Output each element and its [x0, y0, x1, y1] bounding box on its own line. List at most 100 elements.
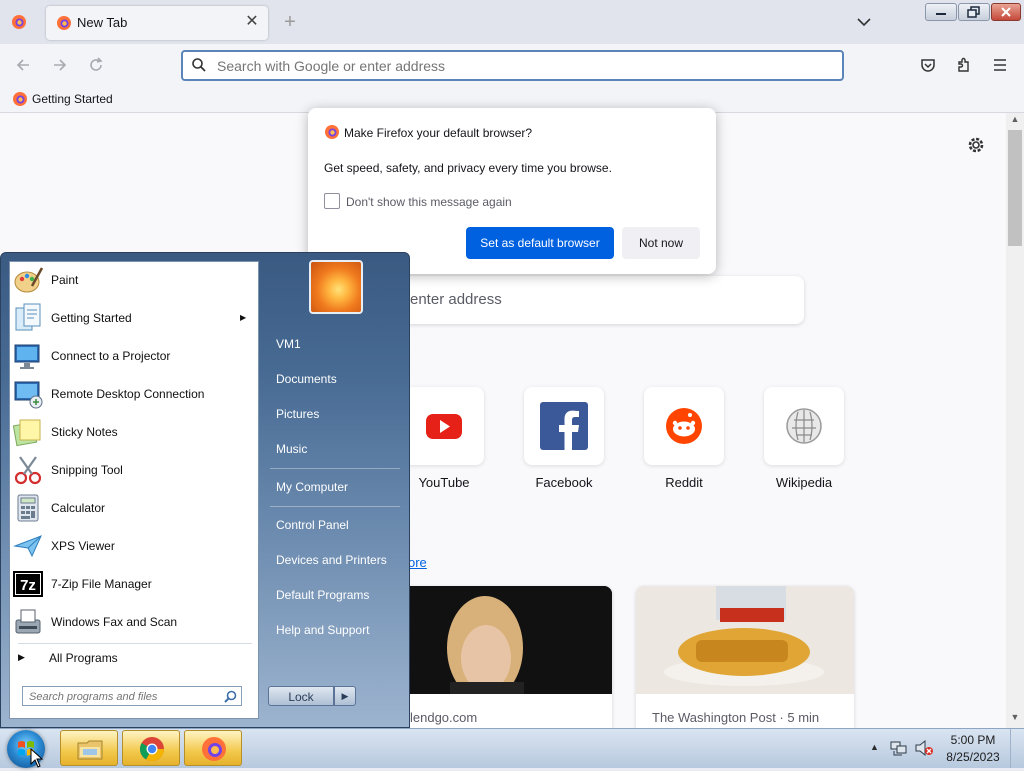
program-7zip[interactable]: 7z 7-Zip File Manager — [10, 566, 258, 602]
program-label: 7-Zip File Manager — [51, 577, 152, 591]
scroll-down-arrow-icon[interactable]: ▼ — [1008, 712, 1022, 726]
start-link-label: Help and Support — [276, 623, 370, 637]
story-card[interactable]: The Washington Post · 5 min — [636, 586, 854, 736]
firefox-icon — [325, 125, 339, 139]
taskbar-file-explorer[interactable] — [60, 730, 118, 766]
gear-icon[interactable] — [966, 135, 986, 155]
address-bar[interactable] — [181, 50, 844, 81]
projector-icon — [14, 344, 40, 369]
story-image — [636, 586, 854, 694]
reload-icon[interactable] — [87, 56, 105, 74]
scissors-icon — [14, 456, 42, 485]
search-icon — [192, 58, 206, 72]
start-link-label: Devices and Printers — [276, 553, 387, 567]
page-search-placeholder: enter address — [410, 291, 502, 308]
close-window-button[interactable] — [991, 3, 1021, 21]
top-site-label: Reddit — [665, 475, 703, 490]
dont-show-again-checkbox[interactable] — [324, 193, 340, 209]
program-sticky-notes[interactable]: Sticky Notes — [10, 414, 258, 450]
start-link-label: Documents — [276, 372, 337, 386]
pocket-icon[interactable] — [919, 56, 937, 74]
start-link-vm1[interactable]: VM1 — [268, 330, 402, 358]
volume-muted-icon[interactable] — [914, 739, 934, 757]
user-picture[interactable] — [309, 260, 363, 314]
start-link-devices-and-printers[interactable]: Devices and Printers — [268, 546, 402, 574]
close-icon — [1001, 7, 1011, 17]
forward-arrow-icon[interactable] — [51, 56, 69, 74]
set-default-browser-button[interactable]: Set as default browser — [466, 227, 614, 259]
getting-started-icon — [15, 303, 41, 331]
show-hidden-icons-arrow-icon[interactable]: ▲ — [870, 742, 879, 752]
restore-button[interactable] — [958, 3, 990, 21]
dialog-title: Make Firefox your default browser? — [344, 126, 533, 140]
not-now-button[interactable]: Not now — [622, 227, 700, 259]
top-site-reddit[interactable]: Reddit — [644, 387, 724, 497]
clock-time[interactable]: 5:00 PM — [940, 733, 1006, 747]
fax-icon — [15, 609, 41, 634]
close-tab-icon[interactable]: ✕ — [242, 12, 262, 32]
xps-viewer-icon — [13, 535, 42, 558]
dialog-message: Get speed, safety, and privacy every tim… — [324, 161, 612, 175]
start-link-help-and-support[interactable]: Help and Support — [268, 616, 402, 644]
submenu-arrow-icon[interactable]: ▶ — [240, 313, 246, 322]
start-search-box[interactable] — [22, 686, 242, 706]
minimize-button[interactable] — [925, 3, 957, 21]
program-snipping-tool[interactable]: Snipping Tool — [10, 452, 258, 488]
top-site-wikipedia[interactable]: Wikipedia — [764, 387, 844, 497]
program-getting-started[interactable]: Getting Started — [10, 300, 258, 336]
story-source: The Washington Post · 5 min — [652, 710, 820, 725]
taskbar-firefox[interactable] — [184, 730, 242, 766]
new-tab-button[interactable]: + — [280, 10, 300, 34]
network-icon[interactable] — [890, 739, 908, 757]
start-menu-divider — [18, 643, 252, 644]
start-right-divider — [270, 506, 400, 507]
program-remote-desktop[interactable]: Remote Desktop Connection — [10, 376, 258, 412]
firefox-icon[interactable] — [11, 14, 27, 30]
url-input[interactable] — [215, 55, 819, 77]
top-site-facebook[interactable]: Facebook — [524, 387, 604, 497]
start-link-pictures[interactable]: Pictures — [268, 400, 402, 428]
learn-more-link[interactable]: ore — [408, 555, 427, 570]
program-paint[interactable]: Paint — [10, 262, 258, 298]
program-label: XPS Viewer — [51, 539, 115, 553]
search-icon[interactable] — [224, 690, 237, 703]
7zip-icon: 7z — [13, 571, 43, 597]
start-link-label: Pictures — [276, 407, 320, 421]
all-programs-button[interactable]: ▶ All Programs — [10, 646, 258, 670]
start-link-control-panel[interactable]: Control Panel — [268, 511, 402, 539]
sticky-notes-icon — [12, 419, 41, 447]
scroll-up-arrow-icon[interactable]: ▲ — [1008, 114, 1022, 128]
firefox-icon — [13, 92, 27, 106]
hamburger-menu-icon[interactable] — [991, 56, 1009, 74]
program-label: Windows Fax and Scan — [51, 615, 178, 629]
bookmark-label: Getting Started — [32, 92, 113, 106]
start-link-my-computer[interactable]: My Computer — [268, 473, 402, 501]
program-calculator[interactable]: Calculator — [10, 490, 258, 526]
remote-desktop-icon — [14, 381, 43, 409]
shutdown-options-arrow-icon[interactable]: ▶ — [334, 686, 356, 706]
start-link-default-programs[interactable]: Default Programs — [268, 581, 402, 609]
folder-icon — [77, 740, 103, 760]
story-card[interactable]: lendgo.com — [390, 586, 612, 736]
back-arrow-icon[interactable] — [14, 56, 32, 74]
show-desktop-button[interactable] — [1010, 729, 1024, 768]
chevron-down-icon[interactable] — [854, 12, 874, 32]
minimize-icon — [936, 13, 946, 15]
program-xps-viewer[interactable]: XPS Viewer — [10, 528, 258, 564]
program-connect-to-projector[interactable]: Connect to a Projector — [10, 338, 258, 374]
program-windows-fax-and-scan[interactable]: Windows Fax and Scan — [10, 604, 258, 640]
taskbar-chrome[interactable] — [122, 730, 180, 766]
story-image — [390, 586, 612, 694]
lock-button[interactable]: Lock — [268, 686, 334, 706]
start-search-input[interactable] — [27, 689, 221, 705]
clock-date[interactable]: 8/25/2023 — [940, 750, 1006, 764]
program-label: Connect to a Projector — [51, 349, 171, 363]
start-link-music[interactable]: Music — [268, 435, 402, 463]
7zip-icon-text: 7z — [20, 577, 36, 594]
dont-show-again-label[interactable]: Don't show this message again — [346, 195, 512, 209]
top-site-youtube[interactable]: YouTube — [404, 387, 484, 497]
tab-new-tab[interactable]: New Tab ✕ — [46, 6, 268, 40]
scrollbar-thumb[interactable] — [1008, 130, 1022, 246]
start-link-documents[interactable]: Documents — [268, 365, 402, 393]
extensions-icon[interactable] — [955, 56, 973, 74]
